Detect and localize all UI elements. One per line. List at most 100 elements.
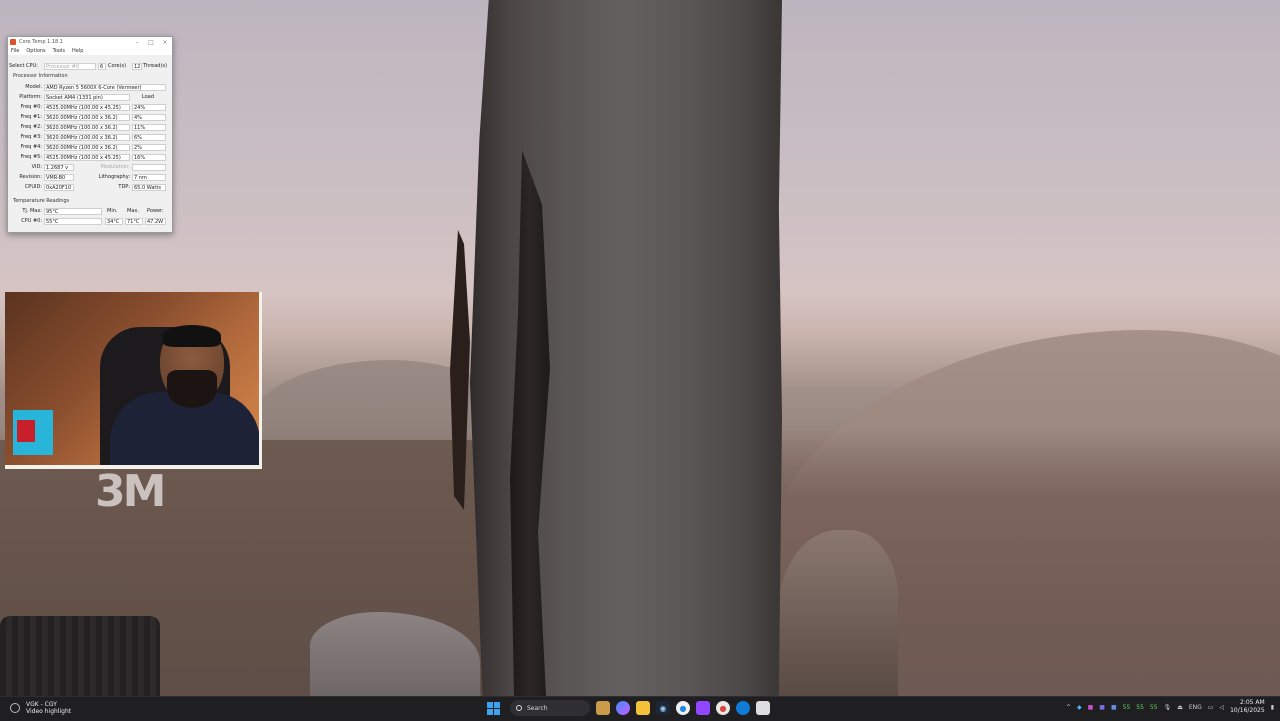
cpu0-power: 47.2W [145, 218, 166, 225]
threads-label: Thread(s) [143, 63, 167, 69]
network-icon[interactable]: ▭ [1208, 704, 1214, 711]
language-indicator[interactable]: ENG [1189, 704, 1202, 711]
microphone-icon[interactable]: 🎙 [1164, 704, 1172, 711]
search-highlight-icon[interactable] [596, 701, 610, 715]
freq-label: Freq #2: [20, 124, 42, 130]
freq-label: Freq #0: [20, 104, 42, 110]
freq-load: 11% [132, 124, 166, 131]
freq-label: Freq #3: [20, 134, 42, 140]
widget-title: VGK - CGY [26, 701, 57, 708]
volume-icon[interactable]: ◁ [1219, 704, 1224, 711]
model-label: Model: [25, 84, 42, 90]
notification-icon[interactable]: ▮ [1271, 704, 1274, 711]
select-cpu-dropdown[interactable]: Processor #0 [44, 63, 96, 70]
tray-app-icon[interactable]: ◆ [1077, 704, 1082, 711]
modulation-value [132, 164, 166, 171]
freq-value: 3620.00MHz (100.00 x 36.2) [44, 134, 130, 141]
wallpaper-tire [0, 616, 160, 696]
freq-value: 4525.00MHz (100.00 x 45.25) [44, 154, 130, 161]
vid-label: VID: [31, 164, 42, 170]
chrome-profile-icon[interactable]: ● [716, 701, 730, 715]
wallpaper-rock [778, 530, 898, 696]
cpu0-min: 34°C [105, 218, 123, 225]
taskbar: VGK - CGY Video highlight Search ◉ ● ● ^… [0, 696, 1280, 721]
search-box[interactable]: Search [510, 700, 590, 716]
select-cpu-label: Select CPU: [9, 63, 38, 69]
clock-date: 10/16/2025 [1230, 707, 1265, 714]
cpu0-label: CPU #0: [21, 218, 42, 224]
webcam-poster-detail [17, 420, 35, 442]
tray-temp-readout[interactable]: 55 [1136, 704, 1144, 711]
search-icon [516, 705, 522, 711]
min-header: Min. [107, 208, 118, 214]
revision-label: Revision: [19, 174, 42, 180]
tdp-value: 65.0 Watts [132, 184, 166, 191]
copilot-icon[interactable] [616, 701, 630, 715]
cores-label: Core(s) [108, 63, 127, 69]
freq-label: Freq #4: [20, 144, 42, 150]
freq-label: Freq #5: [20, 154, 42, 160]
steam-icon[interactable]: ◉ [656, 701, 670, 715]
power-header: Power: [147, 208, 164, 214]
coretemp-window[interactable]: Core Temp 1.18.1 – □ × File Options Tool… [7, 36, 173, 233]
file-explorer-icon[interactable] [636, 701, 650, 715]
cpu0-temp: 55°C [44, 218, 102, 225]
menu-file[interactable]: File [11, 48, 19, 54]
menu-help[interactable]: Help [72, 48, 83, 54]
tray-temp-readout[interactable]: 55 [1123, 704, 1131, 711]
freq-load: 16% [132, 154, 166, 161]
maximize-icon[interactable]: □ [144, 39, 158, 46]
platform-label: Platform: [19, 94, 42, 100]
tjmax-value: 95°C [44, 208, 102, 215]
temperature-section: Temperature Readings [13, 198, 70, 204]
cpuid-label: CPUID: [24, 184, 42, 190]
freq-label: Freq #1: [20, 114, 42, 120]
coretemp-title: Core Temp 1.18.1 [19, 39, 63, 45]
tray-overflow-chevron-icon[interactable]: ^ [1066, 704, 1071, 711]
tray-app-icon[interactable]: ■ [1099, 704, 1105, 711]
clock-time: 2:05 AM [1240, 699, 1265, 706]
twitch-icon[interactable] [696, 701, 710, 715]
freq-value: 3620.00MHz (100.00 x 36.2) [44, 114, 130, 121]
menu-options[interactable]: Options [26, 48, 45, 54]
chrome-icon[interactable]: ● [676, 701, 690, 715]
clock[interactable]: 2:05 AM 10/16/2025 [1230, 699, 1265, 715]
lithography-label: Lithography: [98, 174, 130, 180]
taskbar-apps: Search ◉ ● ● [487, 700, 770, 716]
minimize-icon[interactable]: – [130, 39, 144, 46]
revision-value: VMR-B0 [44, 174, 74, 181]
tray-temp-readout[interactable]: 55 [1150, 704, 1158, 711]
cores-count: 6 [98, 63, 106, 70]
coretemp-menubar: File Options Tools Help [8, 47, 172, 55]
widget-icon [10, 703, 20, 713]
freq-load: 2% [132, 144, 166, 151]
webcam-overlay [5, 292, 262, 469]
windows-logo-icon [487, 701, 493, 708]
menu-tools[interactable]: Tools [53, 48, 65, 54]
cpu0-max: 71°C [125, 218, 143, 225]
close-icon[interactable]: × [158, 39, 172, 46]
platform-value: Socket AM4 (1331 pin) [44, 94, 130, 101]
tray-app-icon[interactable]: ■ [1111, 704, 1117, 711]
tdp-label: TDP: [118, 184, 130, 190]
system-tray: ^ ◆ ■ ■ ■ 55 55 55 🎙 ⏏ ENG ▭ ◁ 2:05 AM 1… [1066, 699, 1274, 715]
freq-value: 3620.00MHz (100.00 x 36.2) [44, 144, 130, 151]
freq-load: 6% [132, 134, 166, 141]
tray-app-icon[interactable]: ■ [1088, 704, 1094, 711]
widgets-button[interactable]: VGK - CGY Video highlight [10, 701, 71, 715]
webcam-person-hair [163, 325, 221, 347]
edge-icon[interactable] [736, 701, 750, 715]
usb-icon[interactable]: ⏏ [1177, 704, 1183, 711]
coretemp-app-icon [10, 39, 16, 45]
threads-count: 12 [132, 63, 142, 70]
model-value: AMD Ryzen 5 5600X 6-Core (Vermeer) [44, 84, 166, 91]
processor-info-section: Processor Information [13, 73, 68, 79]
modulation-label: Modulation: [100, 164, 130, 170]
cpuid-value: 0xA20F10 [44, 184, 74, 191]
freq-value: 3620.00MHz (100.00 x 36.2) [44, 124, 130, 131]
tjmax-label: Tj. Max: [22, 208, 42, 214]
lithography-value: 7 nm [132, 174, 166, 181]
start-button[interactable] [487, 701, 500, 715]
coretemp-taskbar-icon[interactable] [756, 701, 770, 715]
coretemp-titlebar[interactable]: Core Temp 1.18.1 – □ × [8, 37, 172, 47]
